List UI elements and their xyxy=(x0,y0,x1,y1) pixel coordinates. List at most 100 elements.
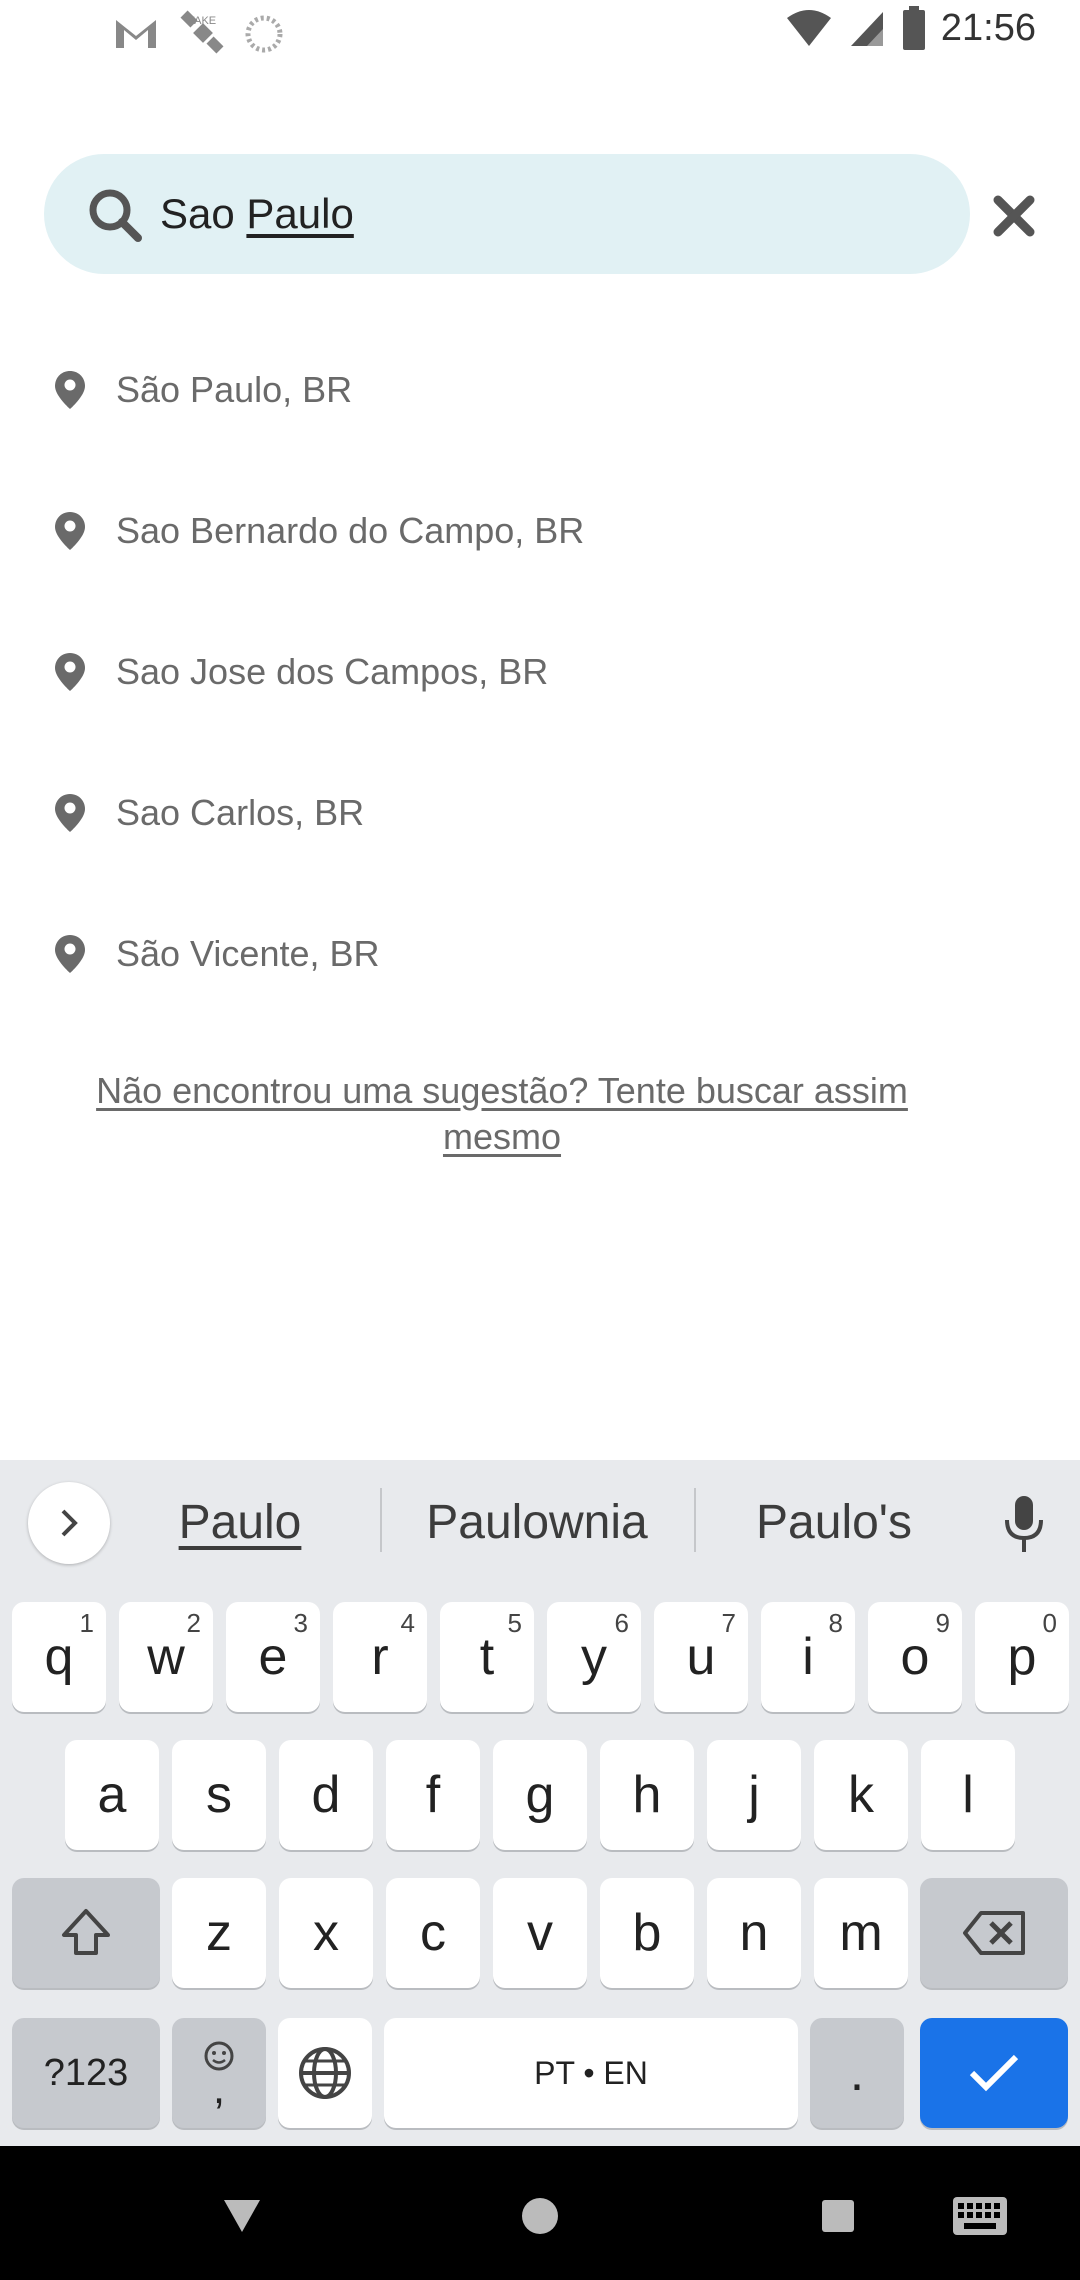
key-c[interactable]: c xyxy=(386,1878,480,1988)
shift-icon xyxy=(62,1909,110,1955)
satellite-icon: FAKE xyxy=(180,10,224,54)
gmail-icon xyxy=(116,20,156,48)
key-h[interactable]: h xyxy=(600,1740,694,1850)
backspace-key[interactable] xyxy=(920,1878,1068,1988)
sync-icon xyxy=(245,15,283,53)
key-s[interactable]: s xyxy=(172,1740,266,1850)
period-key[interactable]: . xyxy=(810,2018,904,2128)
globe-icon xyxy=(299,2047,351,2099)
key-u[interactable]: u7 xyxy=(654,1602,748,1712)
space-key[interactable]: PT • EN xyxy=(384,2018,798,2128)
word-suggestion[interactable]: Paulo xyxy=(140,1490,340,1554)
search-bar[interactable]: Sao Paulo xyxy=(44,154,970,274)
back-icon[interactable] xyxy=(222,2198,262,2234)
home-icon[interactable] xyxy=(520,2196,560,2236)
key-z[interactable]: z xyxy=(172,1878,266,1988)
key-f[interactable]: f xyxy=(386,1740,480,1850)
search-input-text: Sao xyxy=(160,190,247,237)
key-b[interactable]: b xyxy=(600,1878,694,1988)
symbols-key[interactable]: ?123 xyxy=(12,2018,160,2128)
key-label: g xyxy=(525,1766,555,1824)
mic-icon[interactable] xyxy=(1000,1492,1048,1556)
search-anyway-link[interactable]: Não encontrou uma sugestão? Tente buscar… xyxy=(40,1068,964,1160)
suggestion-label: Sao Jose dos Campos, BR xyxy=(116,651,549,692)
key-label: v xyxy=(527,1904,553,1962)
key-r[interactable]: r4 xyxy=(333,1602,427,1712)
key-hint: 6 xyxy=(614,1608,629,1638)
key-j[interactable]: j xyxy=(707,1740,801,1850)
shift-key[interactable] xyxy=(12,1878,160,1988)
suggestion-item[interactable]: Sao Jose dos Campos, BR xyxy=(48,622,1048,722)
key-d[interactable]: d xyxy=(279,1740,373,1850)
key-label: s xyxy=(206,1766,232,1824)
search-icon xyxy=(89,189,142,242)
key-w[interactable]: w2 xyxy=(119,1602,213,1712)
key-n[interactable]: n xyxy=(707,1878,801,1988)
key-label: h xyxy=(632,1766,662,1824)
suggestion-label: São Vicente, BR xyxy=(116,933,380,974)
suggestion-item[interactable]: São Vicente, BR xyxy=(48,904,1048,1004)
key-label: n xyxy=(739,1904,769,1962)
key-m[interactable]: m xyxy=(814,1878,908,1988)
key-e[interactable]: e3 xyxy=(226,1602,320,1712)
language-key[interactable] xyxy=(278,2018,372,2128)
search-input[interactable]: Sao Paulo xyxy=(160,182,920,246)
key-label: m xyxy=(839,1904,883,1962)
key-hint: 3 xyxy=(293,1608,308,1638)
suggestion-label: São Paulo, BR xyxy=(116,369,353,410)
key-q[interactable]: q1 xyxy=(12,1602,106,1712)
status-bar: FAKE 21:56 xyxy=(0,0,1080,66)
battery-icon xyxy=(902,6,925,50)
key-g[interactable]: g xyxy=(493,1740,587,1850)
pin-icon xyxy=(55,512,85,550)
suggestion-item[interactable]: Sao Carlos, BR xyxy=(48,763,1048,863)
key-y[interactable]: y6 xyxy=(547,1602,641,1712)
key-a[interactable]: a xyxy=(65,1740,159,1850)
keyboard-expand-button[interactable] xyxy=(28,1482,110,1564)
key-hint: 9 xyxy=(935,1608,950,1638)
key-i[interactable]: i8 xyxy=(761,1602,855,1712)
key-hint: 7 xyxy=(721,1608,736,1638)
done-key[interactable] xyxy=(920,2018,1068,2128)
key-label: w xyxy=(147,1628,185,1686)
key-t[interactable]: t5 xyxy=(440,1602,534,1712)
recents-icon[interactable] xyxy=(820,2198,856,2234)
search-input-composing-text: Paulo xyxy=(246,190,354,237)
key-label: t xyxy=(479,1628,495,1686)
key-label: q xyxy=(44,1628,74,1686)
suggestion-label: Sao Carlos, BR xyxy=(116,792,365,833)
suggestion-label: Sao Bernardo do Campo, BR xyxy=(116,510,585,551)
svg-text:FAKE: FAKE xyxy=(188,15,216,27)
navigation-bar xyxy=(0,2146,1080,2280)
keyboard-suggestion-strip: Paulo Paulownia Paulo's xyxy=(0,1460,1080,1584)
backspace-icon xyxy=(963,1911,1025,1955)
key-p[interactable]: p0 xyxy=(975,1602,1069,1712)
suggestion-item[interactable]: Sao Bernardo do Campo, BR xyxy=(48,481,1048,581)
key-hint: 1 xyxy=(79,1608,94,1638)
key-label: b xyxy=(632,1904,662,1962)
key-v[interactable]: v xyxy=(493,1878,587,1988)
key-k[interactable]: k xyxy=(814,1740,908,1850)
key-label: f xyxy=(425,1766,441,1824)
emoji-comma-key[interactable]: , xyxy=(172,2018,266,2128)
key-l[interactable]: l xyxy=(921,1740,1015,1850)
key-label: j xyxy=(748,1766,760,1824)
word-suggestion[interactable]: Paulo's xyxy=(714,1490,954,1554)
status-time: 21:56 xyxy=(940,6,1036,49)
chevron-right-icon xyxy=(61,1509,78,1537)
key-o[interactable]: o9 xyxy=(868,1602,962,1712)
signal-icon xyxy=(850,12,883,46)
key-label: r xyxy=(371,1628,389,1686)
key-x[interactable]: x xyxy=(279,1878,373,1988)
suggestion-divider xyxy=(694,1488,696,1552)
suggestion-item[interactable]: São Paulo, BR xyxy=(48,340,1048,440)
key-label: k xyxy=(848,1766,874,1824)
key-hint: 5 xyxy=(507,1608,522,1638)
close-icon[interactable] xyxy=(990,192,1038,240)
key-hint: 8 xyxy=(828,1608,843,1638)
pin-icon xyxy=(55,653,85,691)
word-suggestion[interactable]: Paulownia xyxy=(400,1490,674,1554)
keyboard-switch-icon[interactable] xyxy=(952,2196,1008,2236)
key-label: d xyxy=(311,1766,341,1824)
pin-icon xyxy=(55,371,85,409)
